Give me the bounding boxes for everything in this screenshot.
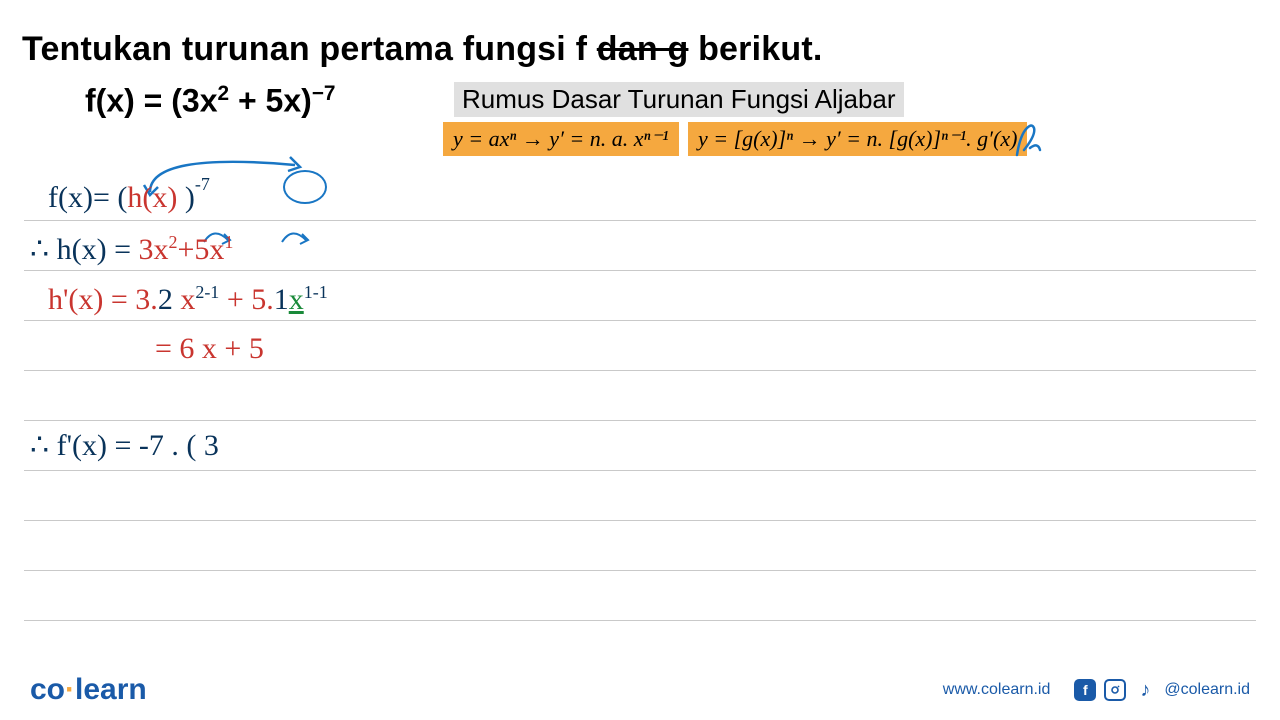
footer-url: www.colearn.id bbox=[943, 681, 1051, 699]
facebook-icon[interactable]: f bbox=[1074, 679, 1096, 701]
footer: co·learn www.colearn.id f ♪ @colearn.id bbox=[0, 660, 1280, 720]
work-line-3: h'(x) = 3.2 x2-1 + 5.1x1-1 bbox=[48, 282, 328, 317]
instagram-icon[interactable] bbox=[1104, 679, 1126, 701]
pen-scribble-icon bbox=[1012, 120, 1042, 160]
social-handle: @colearn.id bbox=[1164, 681, 1250, 699]
arc-annotation bbox=[280, 226, 310, 246]
social-links: f ♪ @colearn.id bbox=[1074, 679, 1250, 701]
problem-title: Tentukan turunan pertama fungsi f dan g … bbox=[22, 30, 823, 69]
formula-heading: Rumus Dasar Turunan Fungsi Aljabar bbox=[454, 82, 904, 117]
power-rule-formula: y = axⁿ → y′ = n. a. xⁿ⁻¹ bbox=[443, 122, 679, 156]
tiktok-icon[interactable]: ♪ bbox=[1134, 679, 1156, 701]
work-line-5: ∴ f'(x) = -7 . ( 3 bbox=[30, 428, 219, 463]
work-line-1: f(x)= (h(x) )-7 bbox=[48, 180, 210, 215]
lined-workspace: f(x)= (h(x) )-7 ∴ h(x) = 3x2+5x1 h'(x) =… bbox=[0, 170, 1280, 650]
brand-logo: co·learn bbox=[30, 673, 147, 707]
work-line-4: = 6 x + 5 bbox=[155, 332, 264, 366]
function-definition: f(x) = (3x2 + 5x)−7 bbox=[85, 82, 336, 120]
work-line-2: ∴ h(x) = 3x2+5x1 bbox=[30, 232, 233, 267]
chain-rule-formula: y = [g(x)]ⁿ → y′ = n. [g(x)]ⁿ⁻¹. g′(x) bbox=[688, 122, 1027, 156]
